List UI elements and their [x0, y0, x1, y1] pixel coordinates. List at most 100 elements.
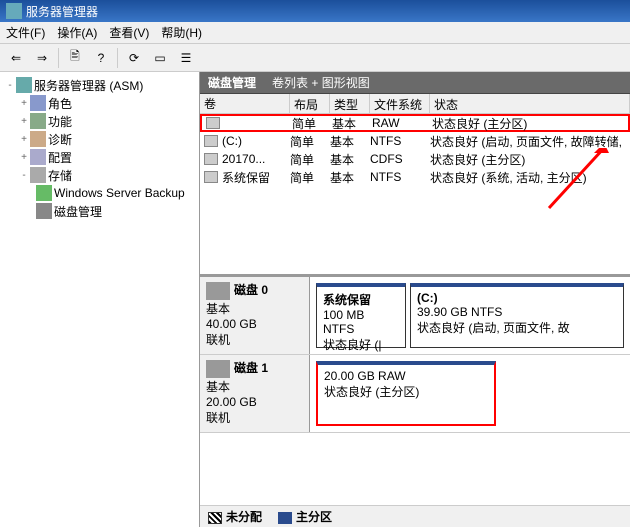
part-size: 39.90 GB NTFS [417, 305, 502, 319]
volume-icon [204, 135, 218, 147]
partition[interactable]: (C:) 39.90 GB NTFS 状态良好 (启动, 页面文件, 故 [410, 283, 624, 348]
volume-rows: 简单 基本 RAW 状态良好 (主分区) (C:) 简单 基本 NTFS 状态良… [200, 114, 630, 274]
tree-label: 存储 [48, 167, 72, 184]
disk-label: 磁盘 0 基本 40.00 GB 联机 [200, 277, 310, 354]
part-title: 系统保留 [323, 293, 371, 307]
vol-fs: NTFS [370, 134, 430, 148]
tree-config[interactable]: +配置 [2, 148, 197, 166]
vol-layout: 简单 [292, 115, 332, 132]
tree-label: 磁盘管理 [54, 203, 102, 220]
partition[interactable]: 系统保留 100 MB NTFS 状态良好 (| [316, 283, 406, 348]
volume-icon [204, 153, 218, 165]
vol-name: 20170... [222, 152, 265, 166]
config-icon [30, 149, 46, 165]
tree-diskmgmt[interactable]: 磁盘管理 [2, 202, 197, 220]
col-layout[interactable]: 布局 [290, 94, 330, 113]
show-hide-button[interactable]: 🖹 [63, 47, 87, 69]
vol-status: 状态良好 (系统, 活动, 主分区) [430, 169, 630, 186]
disk-kind: 基本 [206, 378, 303, 395]
refresh-button[interactable]: ⟳ [122, 47, 146, 69]
part-size: 100 MB NTFS [323, 308, 364, 336]
disk-state: 联机 [206, 331, 303, 348]
vol-layout: 简单 [290, 151, 330, 168]
menu-help[interactable]: 帮助(H) [161, 24, 202, 41]
view-button[interactable]: ▭ [148, 47, 172, 69]
disk-row[interactable]: 磁盘 0 基本 40.00 GB 联机 系统保留 100 MB NTFS 状态良… [200, 277, 630, 355]
tree-roles[interactable]: +角色 [2, 94, 197, 112]
vol-status: 状态良好 (主分区) [432, 115, 628, 132]
disk-graphical-view: 磁盘 0 基本 40.00 GB 联机 系统保留 100 MB NTFS 状态良… [200, 274, 630, 505]
vol-type: 基本 [332, 115, 372, 132]
forward-button[interactable]: ⇒ [30, 47, 54, 69]
legend: 未分配 主分区 [200, 505, 630, 527]
menu-view[interactable]: 查看(V) [109, 24, 149, 41]
content-subtitle: 卷列表 + 图形视图 [272, 74, 370, 91]
disk-kind: 基本 [206, 300, 303, 317]
tree-root-label: 服务器管理器 (ASM) [34, 77, 143, 94]
tree-label: Windows Server Backup [54, 186, 185, 200]
disk-name: 磁盘 1 [234, 361, 268, 375]
part-title: (C:) [417, 291, 438, 305]
col-type[interactable]: 类型 [330, 94, 370, 113]
volume-icon [204, 171, 218, 183]
wsb-icon [36, 185, 52, 201]
volume-list: 卷 布局 类型 文件系统 状态 简单 基本 RAW 状态良好 (主分区) (C:… [200, 94, 630, 274]
tree-diagnostics[interactable]: +诊断 [2, 130, 197, 148]
vol-fs: CDFS [370, 152, 430, 166]
storage-icon [30, 167, 46, 183]
menu-bar: 文件(F) 操作(A) 查看(V) 帮助(H) [0, 22, 630, 44]
tree-label: 角色 [48, 95, 72, 112]
col-name[interactable]: 卷 [200, 94, 290, 113]
tree-label: 配置 [48, 149, 72, 166]
menu-action[interactable]: 操作(A) [57, 24, 97, 41]
volume-row[interactable]: (C:) 简单 基本 NTFS 状态良好 (启动, 页面文件, 故障转储, [200, 132, 630, 150]
legend-label: 未分配 [226, 510, 262, 524]
legend-label: 主分区 [296, 510, 332, 524]
features-icon [30, 113, 46, 129]
window-title: 服务器管理器 [26, 3, 98, 20]
tree-features[interactable]: +功能 [2, 112, 197, 130]
part-status: 状态良好 (主分区) [324, 385, 419, 399]
content-panel: 磁盘管理 卷列表 + 图形视图 卷 布局 类型 文件系统 状态 简单 基本 RA… [200, 72, 630, 527]
tree-root[interactable]: -服务器管理器 (ASM) [2, 76, 197, 94]
diagnostics-icon [30, 131, 46, 147]
volume-icon [206, 117, 220, 129]
col-fs[interactable]: 文件系统 [370, 94, 430, 113]
disk-size: 40.00 GB [206, 317, 303, 331]
content-title: 磁盘管理 [208, 74, 256, 91]
disk-size: 20.00 GB [206, 395, 303, 409]
list-button[interactable]: ☰ [174, 47, 198, 69]
help-button[interactable]: ? [89, 47, 113, 69]
content-header: 磁盘管理 卷列表 + 图形视图 [200, 72, 630, 94]
tree-label: 诊断 [48, 131, 72, 148]
part-status: 状态良好 (启动, 页面文件, 故 [417, 321, 570, 335]
swatch-unallocated [208, 512, 222, 524]
vol-status: 状态良好 (启动, 页面文件, 故障转储, [430, 133, 630, 150]
vol-fs: NTFS [370, 170, 430, 184]
vol-fs: RAW [372, 116, 432, 130]
volume-row[interactable]: 简单 基本 RAW 状态良好 (主分区) [200, 114, 630, 132]
volume-row[interactable]: 系统保留 简单 基本 NTFS 状态良好 (系统, 活动, 主分区) [200, 168, 630, 186]
col-status[interactable]: 状态 [430, 94, 630, 113]
volume-row[interactable]: 20170... 简单 基本 CDFS 状态良好 (主分区) [200, 150, 630, 168]
back-button[interactable]: ⇐ [4, 47, 28, 69]
tree-label: 功能 [48, 113, 72, 130]
toolbar: ⇐ ⇒ 🖹 ? ⟳ ▭ ☰ [0, 44, 630, 72]
title-bar: 服务器管理器 [0, 0, 630, 22]
vol-status: 状态良好 (主分区) [430, 151, 630, 168]
disk-row[interactable]: 磁盘 1 基本 20.00 GB 联机 20.00 GB RAW 状态良好 (主… [200, 355, 630, 433]
disk-icon [36, 203, 52, 219]
legend-primary: 主分区 [278, 508, 332, 525]
tree-panel: -服务器管理器 (ASM) +角色 +功能 +诊断 +配置 -存储 Window… [0, 72, 200, 527]
vol-name: 系统保留 [222, 169, 270, 186]
part-size: 20.00 GB RAW [324, 369, 406, 383]
toolbar-sep [117, 48, 118, 68]
tree-wsb[interactable]: Windows Server Backup [2, 184, 197, 202]
tree-storage[interactable]: -存储 [2, 166, 197, 184]
vol-layout: 简单 [290, 133, 330, 150]
disk-icon [206, 360, 230, 378]
disk-icon [206, 282, 230, 300]
partition-highlighted[interactable]: 20.00 GB RAW 状态良好 (主分区) [316, 361, 496, 426]
menu-file[interactable]: 文件(F) [6, 24, 45, 41]
legend-unallocated: 未分配 [208, 508, 262, 525]
